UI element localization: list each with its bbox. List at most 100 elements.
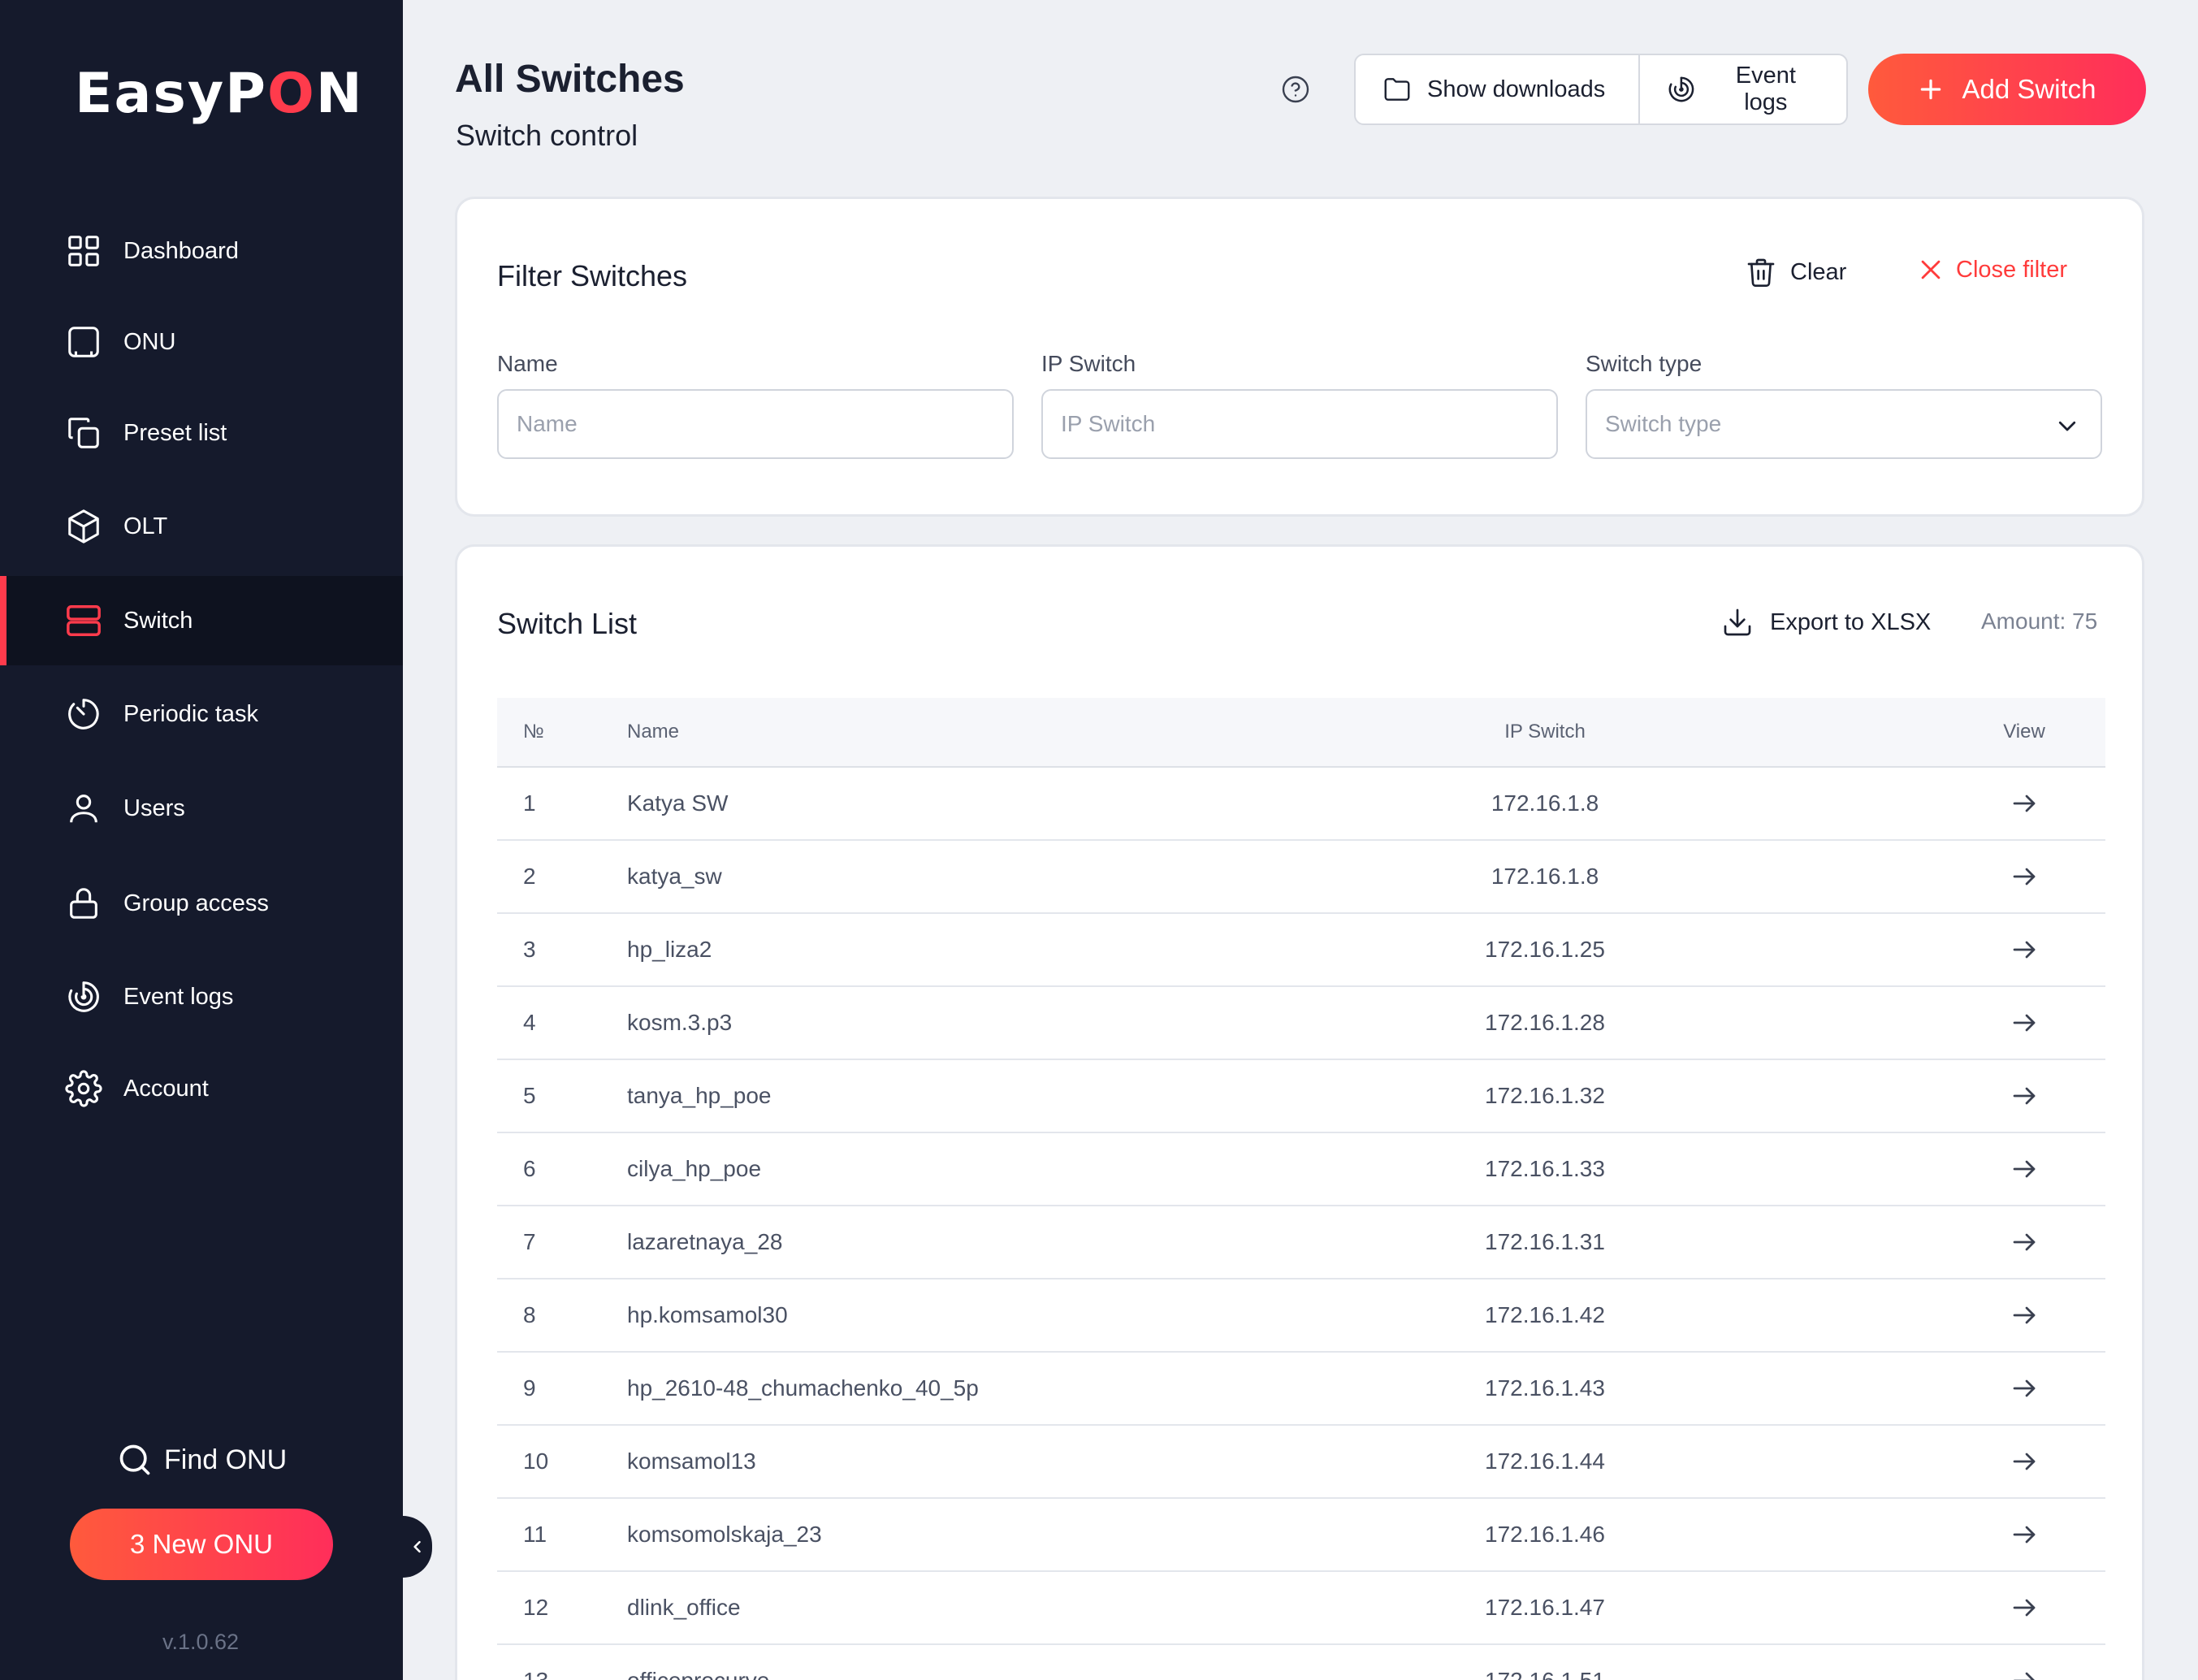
lock-icon xyxy=(65,885,102,922)
sidebar-item-account[interactable]: Account xyxy=(0,1044,403,1133)
row-number: 1 xyxy=(523,790,536,816)
sidebar-item-olt[interactable]: OLT xyxy=(0,482,403,571)
switch-list-card: Switch List Export to XLSX Amount: 75 № … xyxy=(455,544,2144,1680)
view-arrow-icon[interactable] xyxy=(1984,1008,2065,1044)
row-ip: 172.16.1.32 xyxy=(1485,1083,1605,1108)
row-name: komsamol13 xyxy=(627,1448,756,1474)
row-name: hp.komsamol30 xyxy=(627,1302,788,1327)
sidebar-item-label: Users xyxy=(123,795,185,821)
app-logo[interactable]: EasyPON xyxy=(75,67,364,122)
folder-icon xyxy=(1384,78,1410,101)
header-button-group: Show downloads Event logs xyxy=(1354,54,1848,125)
switch-count: Amount: 75 xyxy=(1981,608,2098,634)
name-filter-input[interactable] xyxy=(497,389,1014,459)
table-row[interactable]: 1 Katya SW 172.16.1.8 xyxy=(497,768,2105,841)
column-header-ip: IP Switch xyxy=(1504,721,1586,743)
row-name: katya_sw xyxy=(627,864,722,889)
view-arrow-icon[interactable] xyxy=(1984,1666,2065,1680)
filter-title: Filter Switches xyxy=(497,259,688,292)
onu-icon xyxy=(65,323,102,361)
view-arrow-icon[interactable] xyxy=(1984,1154,2065,1190)
page-title: All Switches xyxy=(455,58,685,101)
copy-icon xyxy=(65,414,102,452)
show-downloads-button[interactable]: Show downloads xyxy=(1356,55,1640,123)
view-arrow-icon[interactable] xyxy=(1984,1301,2065,1336)
switch-type-field-label: Switch type xyxy=(1586,351,1703,376)
row-number: 11 xyxy=(523,1522,547,1547)
view-arrow-icon[interactable] xyxy=(1984,1520,2065,1556)
chevron-left-icon xyxy=(413,1540,421,1553)
table-row[interactable]: 12 dlink_office 172.16.1.47 xyxy=(497,1572,2105,1645)
row-number: 5 xyxy=(523,1083,536,1108)
table-row[interactable]: 10 komsamol13 172.16.1.44 xyxy=(497,1426,2105,1499)
sidebar-item-label: ONU xyxy=(123,329,176,355)
sidebar: EasyPON Dashboard ONU Preset list OLT Sw… xyxy=(0,0,403,1680)
table-row[interactable]: 9 hp_2610-48_chumachenko_40_5p 172.16.1.43 xyxy=(497,1353,2105,1426)
table-row[interactable]: 5 tanya_hp_poe 172.16.1.32 xyxy=(497,1060,2105,1133)
table-row[interactable]: 11 komsomolskaja_23 172.16.1.46 xyxy=(497,1499,2105,1572)
row-number: 12 xyxy=(523,1595,549,1620)
view-arrow-icon[interactable] xyxy=(1984,1374,2065,1409)
add-switch-label: Add Switch xyxy=(1962,74,2096,104)
server-icon xyxy=(65,602,102,639)
view-arrow-icon[interactable] xyxy=(1984,789,2065,825)
table-row[interactable]: 8 hp.komsamol30 172.16.1.42 xyxy=(497,1279,2105,1353)
view-arrow-icon[interactable] xyxy=(1984,1081,2065,1117)
ip-field-label: IP Switch xyxy=(1041,351,1136,376)
table-row[interactable]: 6 cilya_hp_poe 172.16.1.33 xyxy=(497,1133,2105,1206)
gear-icon xyxy=(65,1070,102,1107)
view-arrow-icon[interactable] xyxy=(1984,1228,2065,1263)
download-icon xyxy=(1724,608,1751,636)
event-logs-icon xyxy=(65,978,102,1015)
sidebar-item-preset-list[interactable]: Preset list xyxy=(0,388,403,478)
app-version: v.1.0.62 xyxy=(162,1630,240,1654)
view-arrow-icon[interactable] xyxy=(1984,862,2065,898)
column-header-view: View xyxy=(2003,721,2045,743)
row-number: 3 xyxy=(523,937,536,962)
ip-filter-input[interactable] xyxy=(1041,389,1558,459)
table-row[interactable]: 7 lazaretnaya_28 172.16.1.31 xyxy=(497,1206,2105,1279)
chevron-down-icon xyxy=(2058,421,2076,431)
close-filter-button[interactable]: Close filter xyxy=(1917,256,2067,284)
row-ip: 172.16.1.33 xyxy=(1485,1156,1605,1181)
grid-icon xyxy=(65,232,102,270)
row-name: cilya_hp_poe xyxy=(627,1156,762,1181)
sidebar-item-onu[interactable]: ONU xyxy=(0,297,403,387)
sidebar-item-periodic-task[interactable]: Periodic task xyxy=(0,669,403,759)
row-name: lazaretnaya_28 xyxy=(627,1229,783,1254)
table-row[interactable]: 13 officeprocurve 172.16.1.51 xyxy=(497,1645,2105,1680)
find-onu-button[interactable]: Find ONU xyxy=(117,1440,287,1480)
filter-card: Filter Switches Clear Close filter Name … xyxy=(455,197,2144,517)
row-name: kosm.3.p3 xyxy=(627,1010,733,1035)
export-xlsx-button[interactable]: Export to XLSX xyxy=(1721,606,1931,639)
sidebar-item-switch[interactable]: Switch xyxy=(0,576,403,665)
table-row[interactable]: 2 katya_sw 172.16.1.8 xyxy=(497,841,2105,914)
sidebar-item-dashboard[interactable]: Dashboard xyxy=(0,206,403,296)
event-logs-button[interactable]: Event logs xyxy=(1640,55,1846,123)
table-row[interactable]: 3 hp_liza2 172.16.1.25 xyxy=(497,914,2105,987)
clear-filter-button[interactable]: Clear xyxy=(1745,256,1846,288)
switch-type-select[interactable]: Switch type xyxy=(1586,389,2102,459)
row-number: 7 xyxy=(523,1229,536,1254)
row-ip: 172.16.1.31 xyxy=(1485,1229,1605,1254)
new-onu-button[interactable]: 3 New ONU xyxy=(70,1509,333,1580)
trash-icon xyxy=(1747,258,1775,287)
help-icon[interactable] xyxy=(1281,75,1310,104)
search-icon xyxy=(119,1444,150,1475)
view-arrow-icon[interactable] xyxy=(1984,1447,2065,1483)
box-icon xyxy=(65,508,102,545)
table-row[interactable]: 4 kosm.3.p3 172.16.1.28 xyxy=(497,987,2105,1060)
sidebar-item-label: Dashboard xyxy=(123,238,239,264)
switch-type-placeholder: Switch type xyxy=(1605,411,1722,436)
view-arrow-icon[interactable] xyxy=(1984,935,2065,971)
sidebar-item-users[interactable]: Users xyxy=(0,764,403,853)
sidebar-item-group-access[interactable]: Group access xyxy=(0,859,403,948)
switch-table: № Name IP Switch View 1 Katya SW 172.16.1.… xyxy=(497,698,2105,1680)
row-number: 13 xyxy=(523,1667,548,1680)
sidebar-item-event-logs[interactable]: Event logs xyxy=(0,952,403,1041)
sidebar-collapse-button[interactable] xyxy=(403,1516,432,1578)
add-switch-button[interactable]: Add Switch xyxy=(1868,54,2146,125)
row-ip: 172.16.1.43 xyxy=(1485,1375,1605,1401)
sidebar-item-label: Account xyxy=(123,1076,209,1102)
view-arrow-icon[interactable] xyxy=(1984,1593,2065,1629)
